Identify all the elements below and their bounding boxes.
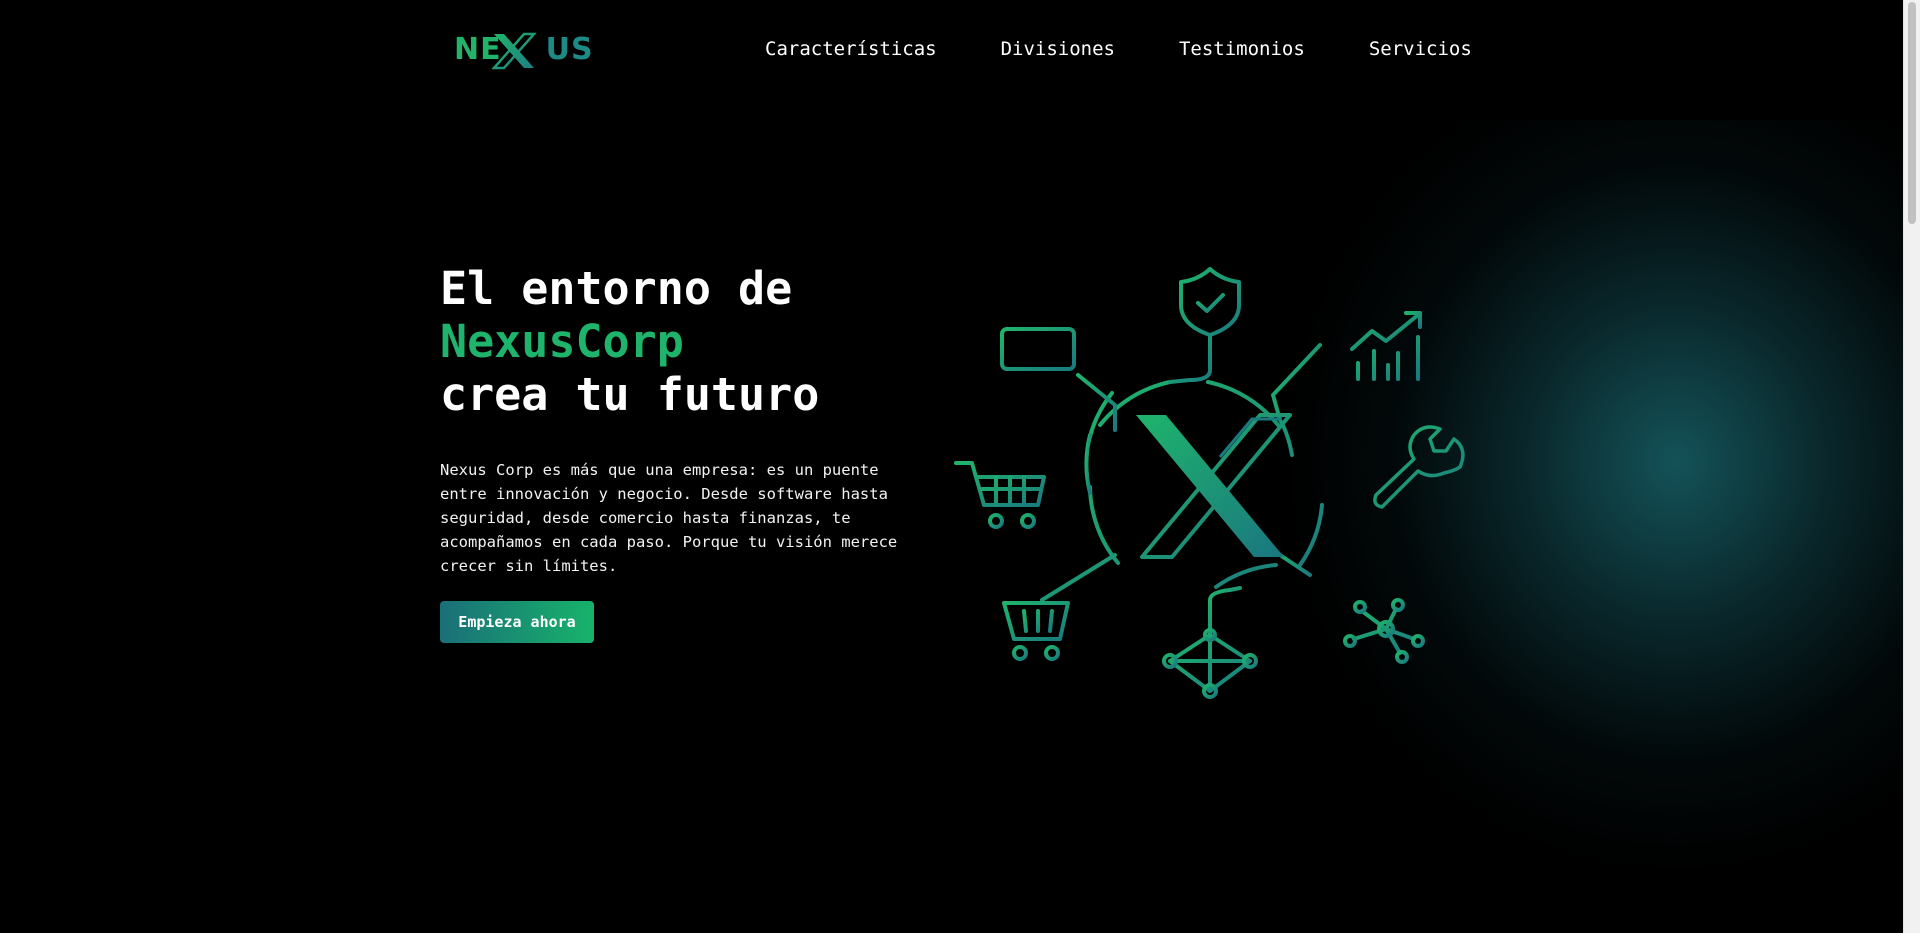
hero-title-line1: El entorno de — [440, 262, 793, 315]
network-nodes-icon — [1343, 598, 1425, 664]
basket-icon — [1002, 601, 1070, 661]
nav-link-divisiones[interactable]: Divisiones — [1001, 38, 1115, 60]
x-mark-icon — [1136, 413, 1292, 559]
page-scrollbar[interactable] — [1903, 0, 1920, 933]
shopping-cart-icon — [954, 461, 1046, 529]
growth-chart-icon — [1350, 311, 1422, 381]
shield-check-icon — [1179, 267, 1241, 337]
hero-title-brand: NexusCorp — [440, 315, 684, 368]
network-diamond-icon — [1162, 628, 1258, 699]
connector-diamond — [1208, 586, 1242, 637]
start-now-button[interactable]: Empieza ahora — [440, 601, 594, 643]
connector-basket — [1040, 553, 1117, 602]
scrollbar-thumb[interactable] — [1908, 2, 1916, 224]
laptop-icon — [992, 327, 1084, 379]
hero-title: El entorno de NexusCorp crea tu futuro — [440, 262, 819, 421]
hub-illustration — [954, 267, 1465, 699]
connector-shield — [1168, 333, 1212, 384]
wrench-icon — [1373, 425, 1465, 509]
x-mark-icon — [491, 32, 537, 70]
hero-title-line3: crea tu futuro — [440, 368, 820, 421]
nav-link-caracteristicas[interactable]: Características — [765, 38, 937, 60]
hero-description: Nexus Corp es más que una empresa: es un… — [440, 461, 898, 575]
connector-chart — [1271, 343, 1322, 457]
nav-link-testimonios[interactable]: Testimonios — [1179, 38, 1305, 60]
brand-logo[interactable]: NE US — [454, 26, 593, 76]
logo-text-right: US — [545, 32, 594, 67]
main-nav: Características Divisiones Testimonios S… — [765, 38, 1472, 60]
landing-page: NE US Características Divisiones Testimon… — [0, 0, 1920, 933]
nav-link-servicios[interactable]: Servicios — [1369, 38, 1472, 60]
